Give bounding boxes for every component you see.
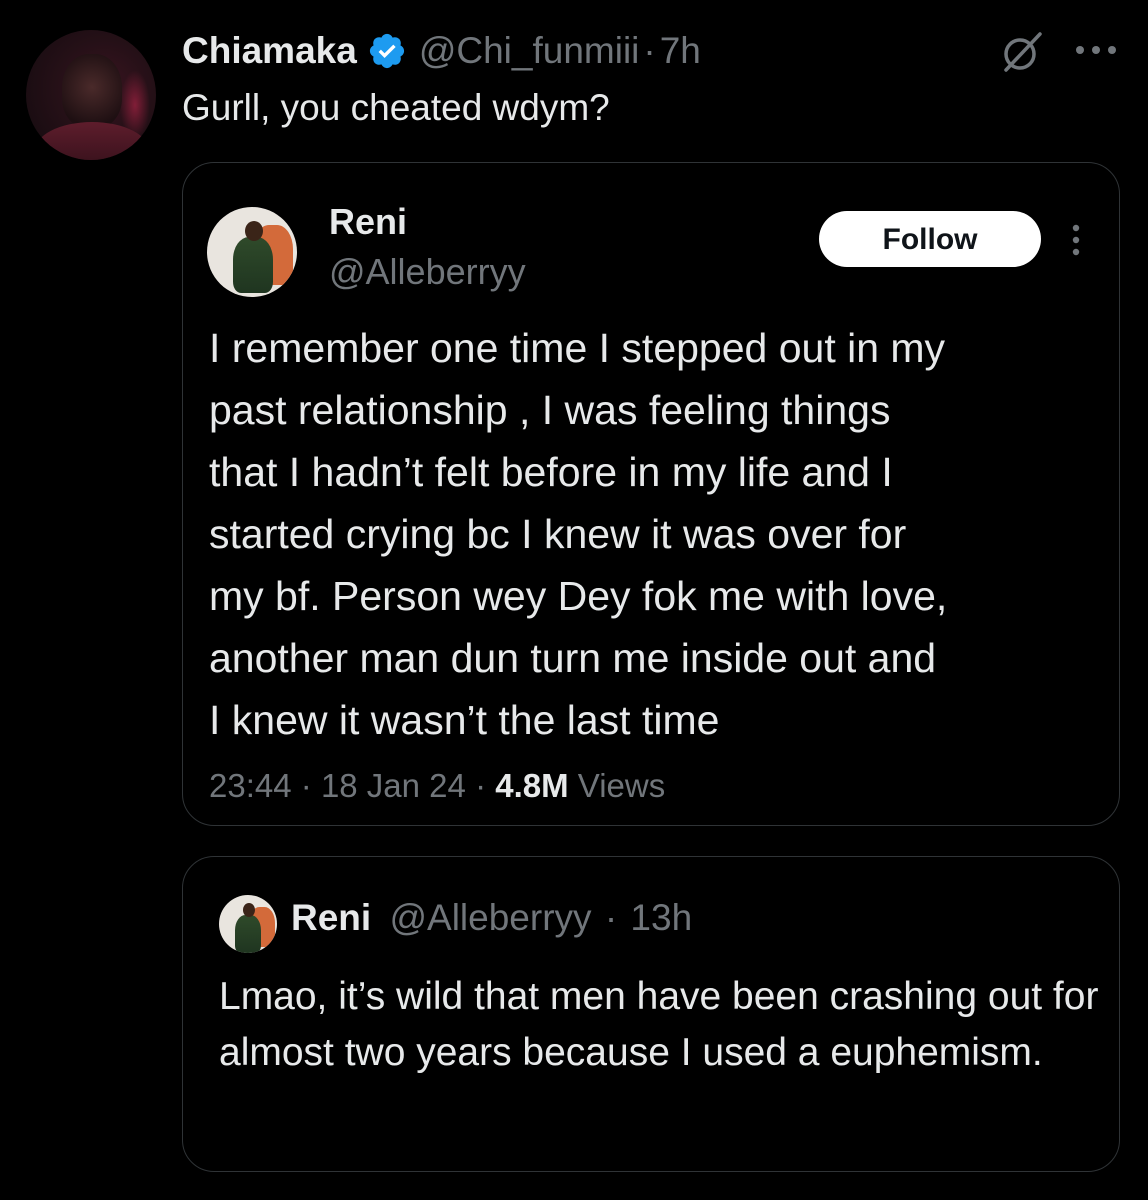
quoted-author-avatar[interactable] xyxy=(207,207,297,297)
reply-author-handle[interactable]: @Alleberryy xyxy=(389,897,591,938)
follow-button[interactable]: Follow xyxy=(819,211,1041,267)
reply-timestamp[interactable]: 13h xyxy=(630,897,692,938)
quoted-author-handle[interactable]: @Alleberryy xyxy=(329,251,526,293)
reply-header-separator: · xyxy=(604,897,618,938)
views-count[interactable]: 4.8M xyxy=(495,767,568,804)
quoted-text-line: my bf. Person wey Dey fok me with love, xyxy=(209,573,948,619)
reply-author-display-name[interactable]: Reni xyxy=(291,897,371,938)
avatar-person xyxy=(233,237,273,293)
quoted-text-line: I knew it wasn’t the last time xyxy=(209,697,720,743)
avatar-head xyxy=(245,221,263,241)
quoted-text-line: started crying bc I knew it was over for xyxy=(209,511,907,557)
reply-author-avatar[interactable] xyxy=(219,895,277,953)
avatar-head xyxy=(243,903,255,917)
grok-slash-icon[interactable] xyxy=(998,28,1046,76)
quoted-tweet-text: I remember one time I stepped out in my … xyxy=(209,317,1099,751)
quoted-tweet-meta: 23:44 · 18 Jan 24 · 4.8M Views xyxy=(209,767,665,805)
quoted-text-line: I remember one time I stepped out in my xyxy=(209,325,946,371)
quoted-tweet-date[interactable]: 18 Jan 24 xyxy=(321,767,466,804)
quoted-text-line: another man dun turn me inside out and xyxy=(209,635,937,681)
quoted-text-line: past relationship , I was feeling things xyxy=(209,387,891,433)
author-display-name[interactable]: Chiamaka xyxy=(182,30,357,72)
avatar-face xyxy=(62,54,122,128)
tweet[interactable]: Chiamaka @Chi_funmiii · 7h Gurll, you ch… xyxy=(0,0,1148,1200)
quoted-tweet[interactable]: Reni @Alleberryy Follow I remember one t… xyxy=(182,162,1120,826)
quoted-author-display-name[interactable]: Reni xyxy=(329,201,407,243)
header-separator: · xyxy=(643,30,656,71)
tweet-text: Gurll, you cheated wdym? xyxy=(182,87,610,128)
avatar-person xyxy=(235,915,261,953)
verified-badge-icon xyxy=(369,33,404,69)
embedded-reply-tweet[interactable]: Reni @Alleberryy · 13h Lmao, it’s wild t… xyxy=(182,856,1120,1172)
author-avatar[interactable] xyxy=(26,30,156,160)
tweet-timestamp[interactable]: 7h xyxy=(660,30,701,72)
more-vertical-icon[interactable] xyxy=(1069,223,1083,257)
tweet-header: Chiamaka @Chi_funmiii · 7h xyxy=(182,26,701,76)
more-horizontal-icon[interactable] xyxy=(1074,40,1118,60)
author-handle[interactable]: @Chi_funmiii xyxy=(419,30,640,72)
meta-separator: · xyxy=(300,767,312,804)
views-label: Views xyxy=(577,767,666,804)
quoted-tweet-time[interactable]: 23:44 xyxy=(209,767,292,804)
meta-separator: · xyxy=(475,767,487,804)
reply-header: Reni @Alleberryy · 13h xyxy=(291,897,692,939)
reply-text: Lmao, it’s wild that men have been crash… xyxy=(219,975,1099,1074)
quoted-text-line: that I hadn’t felt before in my life and… xyxy=(209,449,893,495)
